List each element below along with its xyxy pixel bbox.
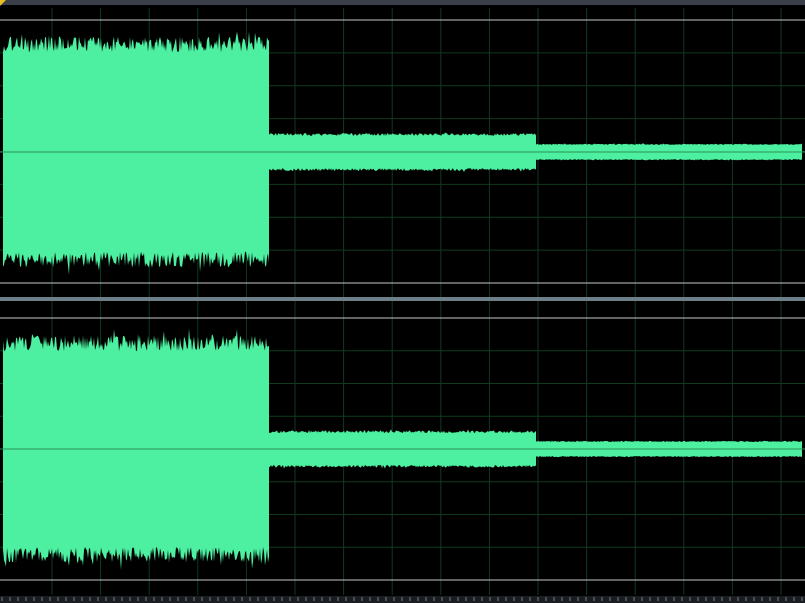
waveform-display[interactable] [0, 0, 805, 603]
waveform-segment [3, 31, 269, 275]
channel-divider[interactable] [0, 297, 805, 301]
audio-editor-waveform-view[interactable] [0, 0, 805, 603]
top-frame-bar [0, 0, 805, 5]
